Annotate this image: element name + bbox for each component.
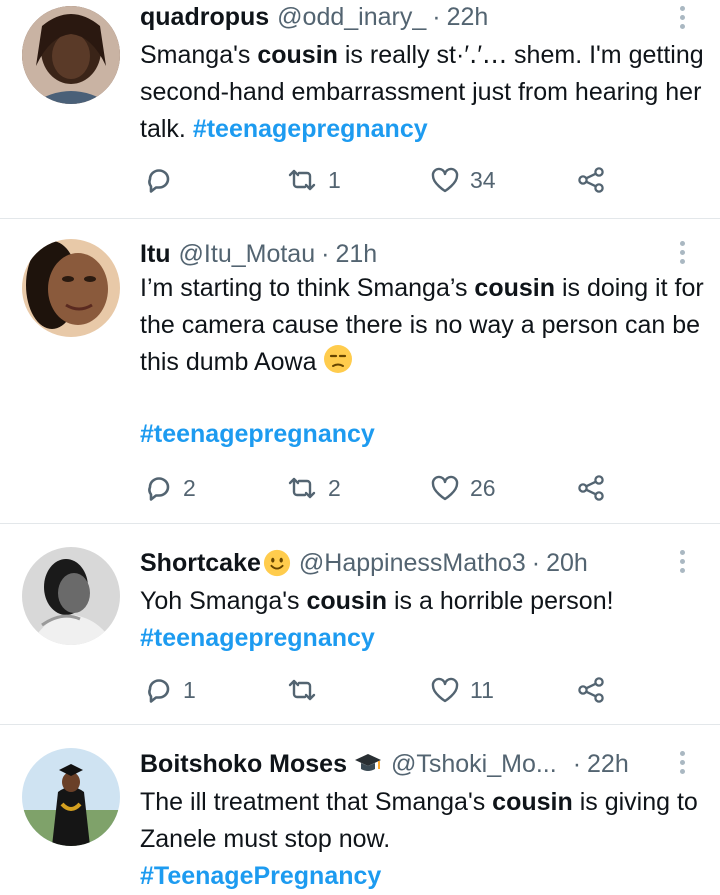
highlighted-term: cousin: [306, 587, 388, 615]
like-button[interactable]: 34: [430, 163, 496, 197]
retweet-count: 1: [328, 166, 341, 193]
share-button[interactable]: [576, 163, 606, 197]
tweet-text: Yoh Smanga's cousin is a horrible person…: [140, 587, 614, 652]
display-name[interactable]: Itu: [140, 240, 171, 269]
reply-icon: [148, 169, 170, 193]
separator-dot: ·: [572, 749, 582, 778]
tweet-text: Smanga's cousin is really st·′․′‥․ shem.…: [140, 41, 704, 143]
unamused-face-icon: [324, 345, 353, 373]
share-icon: [578, 475, 604, 501]
avatar-image: [22, 748, 120, 846]
separator-dot: ·: [432, 2, 441, 31]
more-icon[interactable]: [674, 550, 690, 576]
tweet[interactable]: quadropus @odd_inary_ · 22h Smanga's cou…: [0, 0, 720, 218]
avatar[interactable]: [22, 239, 120, 337]
share-icon: [578, 167, 604, 193]
like-button[interactable]: 26: [430, 471, 496, 505]
more-icon[interactable]: [674, 241, 690, 267]
avatar-image: [22, 239, 120, 337]
reply-button[interactable]: [145, 163, 183, 197]
reply-icon: [148, 477, 170, 501]
tweet[interactable]: Boitshoko Moses @Tshoki_Mo... · 22h The …: [0, 725, 720, 893]
retweet-icon: [288, 477, 316, 499]
heart-icon: [431, 167, 459, 193]
user-handle[interactable]: @HappinessMatho3: [299, 549, 526, 578]
retweet-count: 2: [328, 474, 341, 501]
like-button[interactable]: 11: [430, 673, 494, 707]
reply-button[interactable]: 2: [145, 471, 196, 505]
tweet-hashtag-line: #teenagepregnancy: [140, 416, 710, 453]
timestamp[interactable]: 21h: [335, 240, 377, 269]
tweet-text: I’m starting to think Smanga’s cousin is…: [140, 274, 704, 376]
retweet-button[interactable]: 2: [286, 471, 341, 505]
avatar[interactable]: [22, 748, 120, 846]
tweet[interactable]: Shortcake @HappinessMatho3 · 20h Yoh Sma…: [0, 524, 720, 724]
avatar-image: [22, 6, 120, 104]
reply-count: 1: [183, 676, 196, 703]
tweet-header: Itu @Itu_Motau · 21h: [140, 237, 377, 271]
hashtag-link[interactable]: #TeenagePregnancy: [140, 862, 381, 890]
graduation-cap-icon: [354, 754, 381, 771]
display-name[interactable]: Shortcake: [140, 549, 261, 578]
smiling-face-icon: [263, 549, 290, 577]
like-count: 11: [470, 676, 494, 703]
highlighted-term: cousin: [492, 788, 573, 816]
separator-dot: ·: [531, 548, 541, 577]
tweet-header: Boitshoko Moses @Tshoki_Mo... · 22h: [140, 747, 629, 781]
tweet-actions: 1 11: [140, 673, 640, 707]
tweet-header: Shortcake @HappinessMatho3 · 20h: [140, 546, 588, 580]
timestamp[interactable]: 22h: [447, 3, 489, 32]
share-icon: [578, 677, 604, 703]
avatar-image: [22, 547, 120, 645]
display-name[interactable]: quadropus: [140, 3, 269, 32]
tweet-header: quadropus @odd_inary_ · 22h: [140, 0, 488, 34]
like-count: 34: [470, 166, 496, 193]
reply-count: 2: [183, 474, 196, 501]
tweet[interactable]: Itu @Itu_Motau · 21h I’m starting to thi…: [0, 219, 720, 523]
reply-icon: [148, 679, 170, 703]
more-icon[interactable]: [674, 751, 690, 777]
heart-icon: [431, 475, 459, 501]
avatar[interactable]: [22, 6, 120, 104]
retweet-icon: [288, 679, 316, 701]
highlighted-term: cousin: [257, 41, 338, 69]
avatar[interactable]: [22, 547, 120, 645]
heart-icon: [431, 677, 459, 703]
tweet-actions: 1 34: [140, 163, 640, 197]
hashtag-link[interactable]: #teenagepregnancy: [193, 115, 428, 143]
share-button[interactable]: [576, 471, 606, 505]
hashtag-link[interactable]: #teenagepregnancy: [140, 624, 375, 652]
timestamp[interactable]: 20h: [546, 549, 588, 578]
user-handle[interactable]: @Tshoki_Mo...: [391, 750, 557, 779]
retweet-button[interactable]: [286, 673, 328, 707]
reply-button[interactable]: 1: [145, 673, 196, 707]
hashtag-link[interactable]: #teenagepregnancy: [140, 420, 375, 448]
user-handle[interactable]: @odd_inary_: [277, 3, 426, 32]
like-count: 26: [470, 474, 496, 501]
tweet-text: The ill treatment that Smanga's cousin i…: [140, 788, 698, 890]
display-name[interactable]: Boitshoko Moses: [140, 750, 347, 779]
retweet-icon: [288, 169, 316, 191]
more-icon[interactable]: [674, 6, 690, 32]
separator-dot: ·: [321, 239, 330, 268]
timestamp[interactable]: 22h: [587, 750, 629, 779]
retweet-button[interactable]: 1: [286, 163, 341, 197]
tweet-actions: 2 2 26: [140, 471, 640, 505]
highlighted-term: cousin: [474, 274, 555, 302]
share-button[interactable]: [576, 673, 606, 707]
user-handle[interactable]: @Itu_Motau: [179, 240, 316, 269]
